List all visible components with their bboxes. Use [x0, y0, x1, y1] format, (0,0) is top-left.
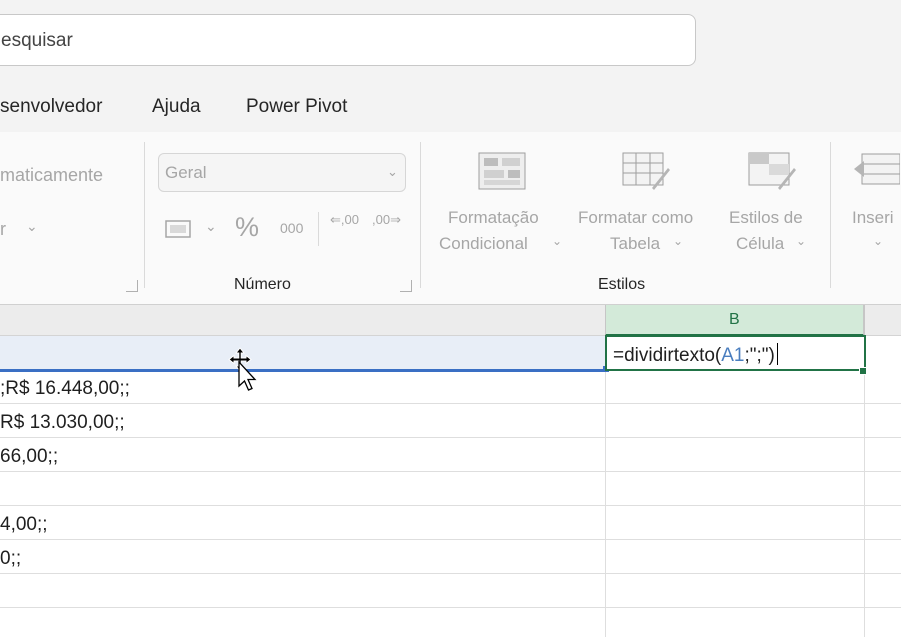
title-bar: esquisar	[0, 0, 901, 86]
cell-a1-highlight[interactable]	[0, 336, 605, 370]
row-gridline	[0, 471, 901, 472]
search-box[interactable]: esquisar	[0, 14, 696, 66]
group-separator	[830, 142, 831, 288]
number-format-value: Geral	[165, 163, 207, 182]
formula-prefix: =dividirtexto(	[613, 345, 722, 366]
column-header-b-label: B	[729, 311, 740, 328]
cell-a2[interactable]: ;R$ 16.448,00;;	[0, 378, 130, 400]
decrease-decimal-button[interactable]: ,00⇒	[372, 212, 401, 228]
clear-label[interactable]: r	[0, 219, 6, 240]
number-format-dropdown[interactable]: Geral ⌄	[158, 153, 406, 192]
insert-label[interactable]: Inseri	[852, 208, 894, 228]
cell-styles-label-2[interactable]: Célula	[736, 234, 784, 254]
insert-cells-icon[interactable]	[852, 152, 901, 190]
fill-handle[interactable]	[859, 367, 867, 375]
conditional-format-icon[interactable]	[478, 152, 526, 190]
chevron-down-icon: ⌄	[552, 234, 563, 248]
format-as-table-label[interactable]: Formatar como	[578, 208, 693, 228]
row-gridline	[0, 539, 901, 540]
row-gridline	[0, 403, 901, 404]
format-as-table-icon[interactable]	[622, 152, 670, 190]
dialog-launcher-icon[interactable]	[126, 280, 138, 292]
decrease-decimal-label: ,00	[372, 212, 391, 227]
row-gridline	[0, 437, 901, 438]
percent-style-button[interactable]: %	[235, 212, 259, 243]
conditional-format-label[interactable]: Formatação	[448, 208, 539, 228]
chevron-down-icon[interactable]: ⌄	[26, 218, 38, 235]
ribbon: maticamente r ⌄ Geral ⌄ ⌄ % 000 ⇐,00 ,00…	[0, 132, 901, 304]
cell-a6[interactable]: 4,00;;	[0, 514, 48, 536]
chevron-down-icon: ⌄	[873, 234, 884, 248]
chevron-down-icon: ⌄	[796, 234, 807, 248]
move-cursor-icon	[226, 346, 260, 396]
search-input[interactable]: esquisar	[1, 30, 73, 52]
row-gridline	[0, 573, 901, 574]
group-separator	[144, 142, 145, 288]
column-header-b[interactable]: B	[605, 305, 864, 336]
group-label-numero: Número	[234, 276, 291, 293]
dialog-launcher-icon[interactable]	[400, 280, 412, 292]
cell-a4[interactable]: 66,00;;	[0, 446, 58, 468]
formula-text[interactable]: =dividirtexto(A1;";")	[613, 343, 778, 367]
row-gridline	[0, 607, 901, 608]
active-cell-b1[interactable]: =dividirtexto(A1;";")	[605, 335, 866, 371]
tab-desenvolvedor[interactable]: senvolvedor	[0, 96, 102, 118]
comma-style-button[interactable]: 000	[280, 220, 303, 236]
cell-a3[interactable]: R$ 13.030,00;;	[0, 412, 125, 434]
cell-styles-label[interactable]: Estilos de	[729, 208, 803, 228]
format-as-table-label-2[interactable]: Tabela	[610, 234, 660, 254]
chevron-down-icon: ⌄	[673, 234, 684, 248]
cell-a7[interactable]: 0;;	[0, 548, 21, 570]
column-gridline	[605, 336, 606, 637]
accounting-format-icon[interactable]	[165, 218, 193, 240]
chevron-down-icon: ⌄	[387, 164, 398, 179]
column-divider	[864, 305, 865, 336]
group-separator	[420, 142, 421, 288]
divider	[318, 212, 319, 246]
formula-suffix: ;";")	[744, 345, 775, 366]
formula-reference: A1	[721, 345, 745, 366]
row-gridline	[0, 505, 901, 506]
chevron-down-icon[interactable]: ⌄	[205, 218, 217, 235]
column-headers: B	[0, 305, 901, 336]
autosum-label[interactable]: maticamente	[0, 165, 103, 186]
increase-decimal-button[interactable]: ⇐,00	[330, 212, 359, 228]
increase-decimal-label: ,00	[340, 212, 359, 227]
ribbon-tabs: senvolvedor Ajuda Power Pivot	[0, 86, 901, 132]
cell-styles-icon[interactable]	[748, 152, 796, 190]
text-cursor	[776, 343, 778, 365]
column-gridline	[864, 336, 865, 637]
tab-ajuda[interactable]: Ajuda	[152, 96, 201, 118]
tab-power-pivot[interactable]: Power Pivot	[246, 96, 347, 118]
conditional-format-label-2[interactable]: Condicional	[439, 234, 528, 254]
group-label-estilos: Estilos	[598, 276, 646, 293]
reference-border	[0, 369, 606, 372]
